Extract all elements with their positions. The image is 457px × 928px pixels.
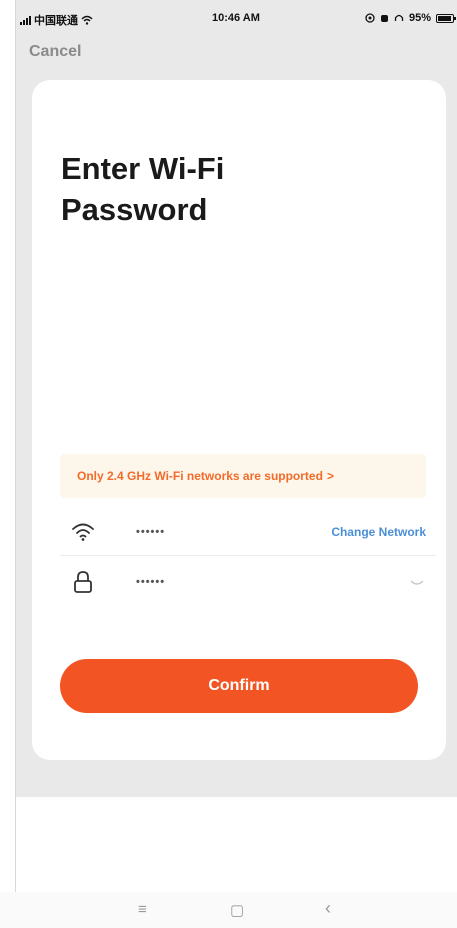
wifi-status-icon <box>81 15 93 25</box>
phone-screen: 中国联通 10:46 AM 95% Cancel Enter Wi-Fi Pas… <box>15 0 457 892</box>
status-time: 10:46 AM <box>212 12 260 24</box>
menu-icon[interactable]: ≡ <box>138 901 147 918</box>
battery-icon <box>436 13 456 23</box>
wifi-network-row: •••••• Change Network <box>60 508 436 556</box>
change-network-link[interactable]: Change Network <box>331 525 426 539</box>
home-icon[interactable]: ▢ <box>230 901 244 919</box>
battery-percent: 95% <box>408 12 431 24</box>
wifi-icon <box>70 519 96 545</box>
password-field[interactable]: •••••• <box>136 576 165 588</box>
confirm-button[interactable]: Confirm <box>60 659 418 713</box>
wifi-password-card: Enter Wi-Fi Password Only 2.4 GHz Wi-Fi … <box>32 80 446 760</box>
page-title: Enter Wi-Fi Password <box>61 151 225 227</box>
location-icon <box>365 13 375 23</box>
wifi-name-field[interactable]: •••••• <box>136 526 165 538</box>
status-left: 中国联通 <box>20 12 93 28</box>
system-nav-bar: ≡ ▢ ‹ <box>0 892 457 928</box>
status-right: 95% <box>365 12 456 24</box>
status-bar: 中国联通 10:46 AM 95% <box>16 8 457 30</box>
password-row: •••••• <box>60 558 436 606</box>
eye-closed-icon[interactable] <box>410 574 424 590</box>
alarm-icon <box>380 15 388 22</box>
lock-icon <box>70 569 96 595</box>
cancel-button[interactable]: Cancel <box>29 43 81 61</box>
headphones-icon <box>394 14 404 21</box>
chevron-right-icon: > <box>326 469 334 483</box>
frequency-notice-banner[interactable]: Only 2.4 GHz Wi-Fi networks are supporte… <box>60 454 426 498</box>
carrier-name: 中国联通 <box>34 15 78 27</box>
notice-text: Only 2.4 GHz Wi-Fi networks are supporte… <box>77 469 323 483</box>
signal-icon <box>20 15 31 25</box>
back-icon[interactable]: ‹ <box>325 898 331 919</box>
app-area: 中国联通 10:46 AM 95% Cancel Enter Wi-Fi Pas… <box>16 0 457 797</box>
